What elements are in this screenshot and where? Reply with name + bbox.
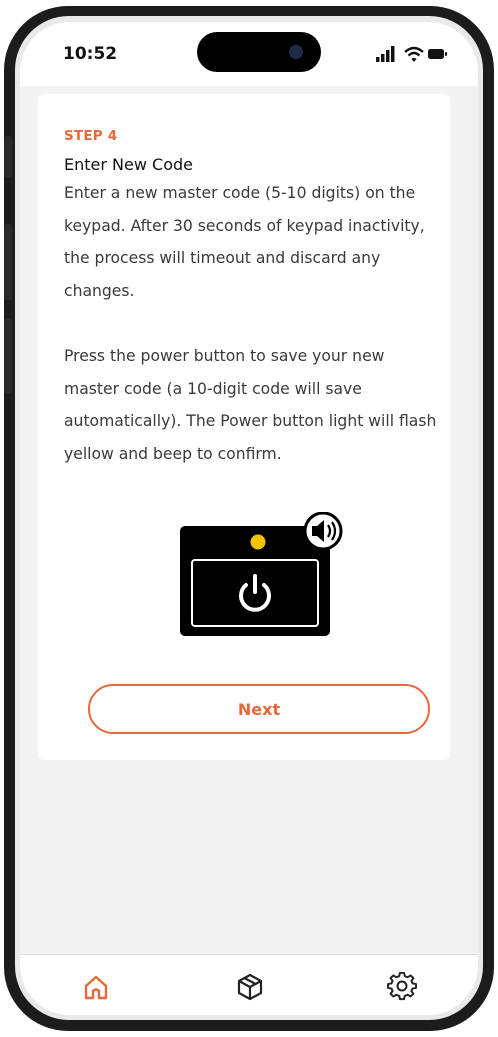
step-title: Enter New Code xyxy=(64,155,193,174)
tab-products[interactable] xyxy=(230,967,270,1007)
screen: 10:52 STEP 4 Enter New Code Enter a new … xyxy=(20,22,478,1015)
instruction-paragraph-1: Enter a new master code (5-10 digits) on… xyxy=(64,184,425,300)
yellow-light-indicator xyxy=(250,534,266,550)
wifi-icon xyxy=(404,46,424,62)
tab-bar xyxy=(20,954,478,1015)
next-button[interactable]: Next xyxy=(88,684,430,734)
home-icon xyxy=(84,975,108,1000)
keypad-power-illustration xyxy=(180,512,343,636)
signal-icon xyxy=(376,46,395,62)
package-icon xyxy=(237,973,263,1001)
status-icons xyxy=(376,46,447,62)
volume-up-button xyxy=(4,224,12,300)
gear-icon xyxy=(387,972,417,1001)
battery-icon xyxy=(428,49,447,59)
action-button xyxy=(4,136,12,178)
instruction-paragraph-2: Press the power button to save your new … xyxy=(64,347,437,463)
phone-frame: 10:52 STEP 4 Enter New Code Enter a new … xyxy=(4,6,494,1031)
step-label: STEP 4 xyxy=(64,128,118,144)
volume-down-button xyxy=(4,318,12,394)
camera-icon xyxy=(289,45,303,59)
step-card: STEP 4 Enter New Code Enter a new master… xyxy=(38,94,450,760)
dynamic-island xyxy=(197,32,321,72)
tab-settings[interactable] xyxy=(382,967,422,1007)
tab-home[interactable] xyxy=(76,967,116,1007)
status-time: 10:52 xyxy=(63,44,118,64)
speaker-icon xyxy=(303,512,343,551)
status-bar: 10:52 xyxy=(20,22,478,86)
